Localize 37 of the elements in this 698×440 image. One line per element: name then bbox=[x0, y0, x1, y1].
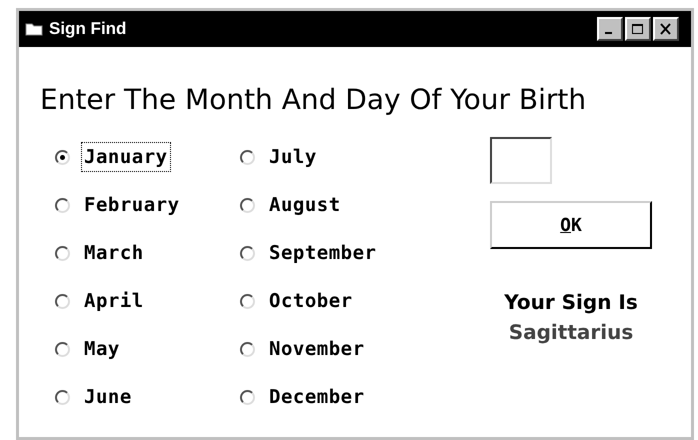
radio-label: October bbox=[268, 288, 354, 314]
result-value: Sagittarius bbox=[508, 319, 634, 346]
radio-button[interactable] bbox=[240, 246, 255, 260]
radio-button[interactable] bbox=[55, 198, 70, 212]
radio-label: November bbox=[268, 336, 366, 362]
radio-label: December bbox=[268, 384, 366, 410]
radio-button[interactable] bbox=[240, 150, 255, 164]
close-icon bbox=[659, 23, 673, 35]
radio-button[interactable] bbox=[240, 342, 255, 356]
result-label: Your Sign Is bbox=[504, 289, 638, 316]
radio-label: January bbox=[82, 142, 170, 172]
ok-button[interactable]: OK bbox=[490, 201, 652, 249]
radio-label: April bbox=[83, 288, 145, 314]
maximize-button[interactable] bbox=[625, 17, 651, 41]
radio-button[interactable] bbox=[55, 390, 70, 404]
radio-button[interactable] bbox=[55, 342, 70, 356]
day-field[interactable] bbox=[490, 137, 552, 184]
radio-button[interactable] bbox=[55, 150, 70, 164]
radio-button[interactable] bbox=[240, 294, 255, 308]
radio-label: September bbox=[268, 240, 378, 266]
close-button[interactable] bbox=[653, 17, 679, 41]
radio-label: July bbox=[268, 144, 318, 170]
folder-icon bbox=[25, 21, 43, 37]
radio-label: May bbox=[83, 336, 121, 362]
window-title: Sign Find bbox=[49, 18, 126, 40]
radio-button[interactable] bbox=[240, 198, 255, 212]
radio-button[interactable] bbox=[55, 294, 70, 308]
minimize-button[interactable] bbox=[597, 17, 623, 41]
radio-label: February bbox=[83, 192, 181, 218]
heading: Enter The Month And Day Of Your Birth bbox=[40, 85, 588, 115]
radio-button[interactable] bbox=[240, 390, 255, 404]
radio-label: August bbox=[268, 192, 342, 218]
radio-label: June bbox=[83, 384, 133, 410]
radio-label: March bbox=[83, 240, 145, 266]
radio-button[interactable] bbox=[55, 246, 70, 260]
maximize-icon bbox=[631, 23, 645, 35]
minimize-icon bbox=[604, 32, 612, 34]
